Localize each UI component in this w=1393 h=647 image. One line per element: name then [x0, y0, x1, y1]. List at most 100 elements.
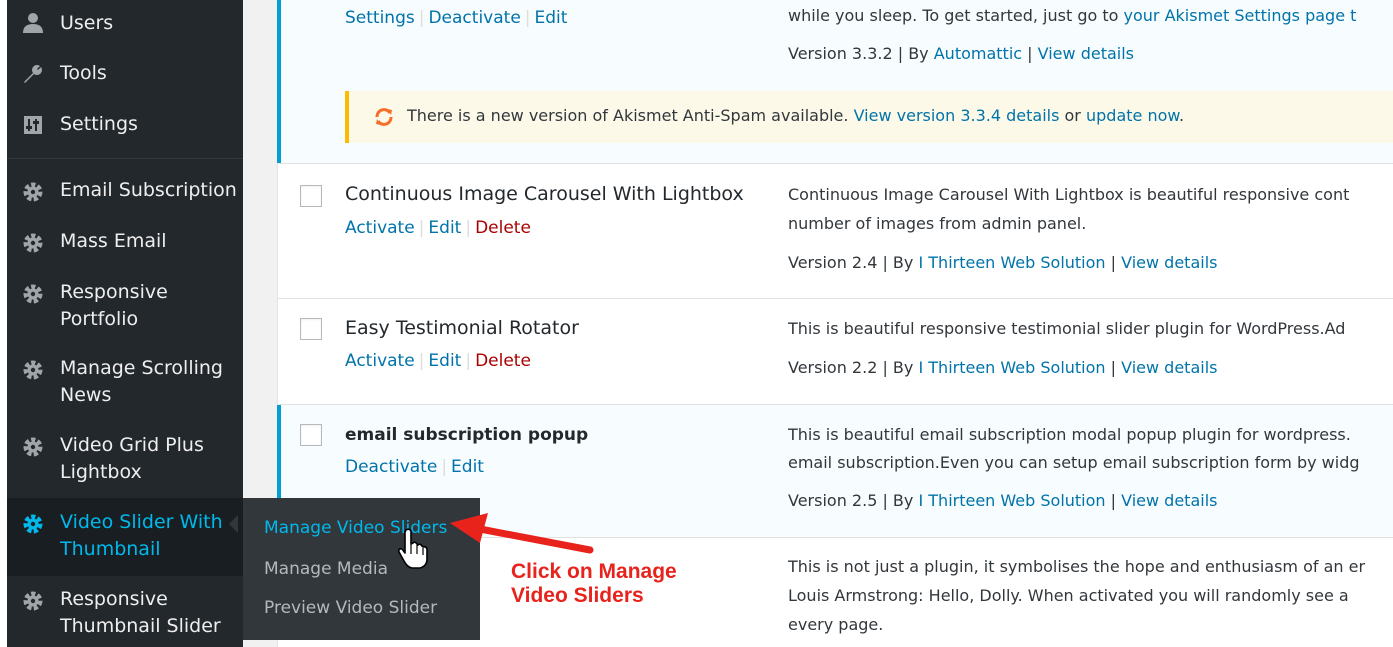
- plugin-name: Continuous Image Carousel With Lightbox: [345, 183, 744, 205]
- annotation-arrow: [450, 513, 594, 554]
- notice-text: There is a new version of Akismet Anti-S…: [407, 106, 1184, 125]
- view-details-link[interactable]: View details: [1121, 253, 1217, 272]
- gear-icon: [21, 231, 45, 255]
- manage-media-link[interactable]: Manage Media: [264, 559, 388, 579]
- edit-link[interactable]: Edit: [428, 218, 461, 238]
- plugin-description: This is not just a plugin, it symbolises…: [788, 557, 1366, 576]
- plugin-version: Version 2.2 | By I Thirteen Web Solution…: [788, 358, 1393, 377]
- version-separator: |: [1110, 491, 1117, 510]
- author-link[interactable]: Automattic: [934, 44, 1022, 63]
- deactivate-link[interactable]: Deactivate: [345, 457, 437, 477]
- sidebar-item-label: Users: [60, 12, 114, 34]
- plugin-description-line2: number of images from admin panel.: [788, 214, 1087, 233]
- sidebar-item-label: Mass Email: [60, 230, 167, 252]
- wrench-icon: [21, 62, 45, 86]
- users-icon: [21, 11, 45, 35]
- version-separator: |: [1110, 358, 1117, 377]
- row-actions: Deactivate | Edit: [345, 457, 484, 477]
- plugin-description-line3: every page.: [788, 615, 884, 634]
- author-link[interactable]: I Thirteen Web Solution: [918, 358, 1105, 377]
- plugin-description-line2: email subscription.Even you can setup em…: [788, 453, 1360, 472]
- author-link[interactable]: I Thirteen Web Solution: [918, 253, 1105, 272]
- settings-icon: [21, 113, 45, 137]
- gear-icon: [21, 358, 45, 382]
- annotation-callout: Click on Manage Video Sliders: [511, 560, 741, 608]
- action-separator: |: [524, 8, 531, 28]
- activate-link[interactable]: Activate: [345, 351, 415, 371]
- row-actions: Settings | Deactivate | Edit: [345, 8, 567, 28]
- view-details-link[interactable]: View details: [1038, 44, 1134, 63]
- sidebar-separator: [7, 158, 243, 159]
- view-version-details-link[interactable]: View version 3.3.4 details: [854, 106, 1060, 125]
- notice-message: There is a new version of Akismet Anti-S…: [407, 106, 849, 125]
- akismet-settings-link[interactable]: your Akismet Settings page t: [1124, 6, 1357, 25]
- plugin-checkbox[interactable]: [300, 318, 322, 340]
- action-separator: |: [465, 218, 472, 238]
- flyout-pointer: [229, 515, 238, 533]
- plugin-description: while you sleep. To get started, just go…: [788, 6, 1393, 25]
- version-text: Version 2.2 | By: [788, 358, 914, 377]
- plugin-row-testimonial: Easy Testimonial Rotator Activate | Edit | D…: [278, 299, 1393, 405]
- sidebar-item-video-slider-with-thumbnail[interactable]: Video Slider With Thumbnail: [7, 498, 243, 576]
- sidebar-item-label: Responsive Thumbnail Slider: [60, 588, 221, 637]
- update-now-link[interactable]: update now: [1086, 106, 1179, 125]
- sidebar-item-responsive-portfolio[interactable]: Responsive Portfolio: [7, 279, 243, 337]
- sidebar-item-email-subscription[interactable]: Email Subscription: [7, 177, 243, 211]
- sidebar-item-users[interactable]: Users: [7, 10, 243, 44]
- sidebar-item-label: Manage Scrolling News: [60, 357, 223, 406]
- sidebar-item-label: Email Subscription: [60, 179, 237, 201]
- action-separator: |: [465, 351, 472, 371]
- hand-cursor-icon: [398, 528, 428, 569]
- action-separator: |: [441, 457, 448, 477]
- plugin-description: This is beautiful email subscription mod…: [788, 425, 1351, 444]
- gear-icon: [21, 180, 45, 204]
- description-text: while you sleep. To get started, just go…: [788, 6, 1119, 25]
- version-text: Version 2.4 | By: [788, 253, 914, 272]
- plugin-row-carousel: Continuous Image Carousel With Lightbox …: [278, 164, 1393, 299]
- sidebar-item-label: Responsive Portfolio: [60, 281, 168, 330]
- sidebar-item-tools[interactable]: Tools: [7, 60, 243, 94]
- plugin-name: Easy Testimonial Rotator: [345, 317, 579, 339]
- update-notice: There is a new version of Akismet Anti-S…: [345, 91, 1393, 143]
- sidebar-item-mass-email[interactable]: Mass Email: [7, 228, 243, 262]
- settings-link[interactable]: Settings: [345, 8, 415, 28]
- gear-icon: [21, 589, 45, 613]
- view-details-link[interactable]: View details: [1121, 358, 1217, 377]
- gear-icon: [21, 512, 45, 536]
- plugin-version: Version 2.5 | By I Thirteen Web Solution…: [788, 491, 1393, 510]
- version-text: Version 3.3.2 | By: [788, 44, 929, 63]
- plugin-version: Version 3.3.2 | By Automattic | View det…: [788, 44, 1393, 63]
- admin-sidebar: Users Tools Settings Email Subscription …: [7, 0, 243, 647]
- deactivate-link[interactable]: Deactivate: [428, 8, 520, 28]
- view-details-link[interactable]: View details: [1121, 491, 1217, 510]
- author-link[interactable]: I Thirteen Web Solution: [918, 491, 1105, 510]
- update-icon: [373, 106, 395, 128]
- action-separator: |: [418, 218, 425, 238]
- plugin-description: This is beautiful responsive testimonial…: [788, 319, 1346, 338]
- plugin-checkbox[interactable]: [300, 424, 322, 446]
- annotation-line-2: Video Sliders: [511, 584, 644, 607]
- sidebar-item-responsive-thumbnail-slider[interactable]: Responsive Thumbnail Slider: [7, 586, 243, 644]
- annotation-line-1: Click on Manage: [511, 560, 677, 583]
- gear-icon: [21, 282, 45, 306]
- delete-link[interactable]: Delete: [475, 351, 531, 371]
- row-actions: Activate | Edit | Delete: [345, 218, 531, 238]
- plugin-description-line2: Louis Armstrong: Hello, Dolly. When acti…: [788, 586, 1349, 605]
- edit-link[interactable]: Edit: [428, 351, 461, 371]
- preview-video-slider-link[interactable]: Preview Video Slider: [264, 598, 437, 618]
- sidebar-item-manage-scrolling-news[interactable]: Manage Scrolling News: [7, 355, 243, 413]
- sidebar-item-label: Video Grid Plus Lightbox: [60, 434, 204, 483]
- sidebar-item-video-grid-plus-lightbox[interactable]: Video Grid Plus Lightbox: [7, 432, 243, 490]
- version-separator: |: [1027, 44, 1033, 63]
- activate-link[interactable]: Activate: [345, 218, 415, 238]
- edit-link[interactable]: Edit: [535, 8, 568, 28]
- delete-link[interactable]: Delete: [475, 218, 531, 238]
- row-actions: Activate | Edit | Delete: [345, 351, 531, 371]
- notice-or: or: [1064, 106, 1081, 125]
- sidebar-item-settings[interactable]: Settings: [7, 111, 243, 145]
- plugin-checkbox[interactable]: [300, 185, 322, 207]
- plugin-version: Version 2.4 | By I Thirteen Web Solution…: [788, 253, 1393, 272]
- gear-icon: [21, 435, 45, 459]
- edit-link[interactable]: Edit: [451, 457, 484, 477]
- action-separator: |: [418, 8, 425, 28]
